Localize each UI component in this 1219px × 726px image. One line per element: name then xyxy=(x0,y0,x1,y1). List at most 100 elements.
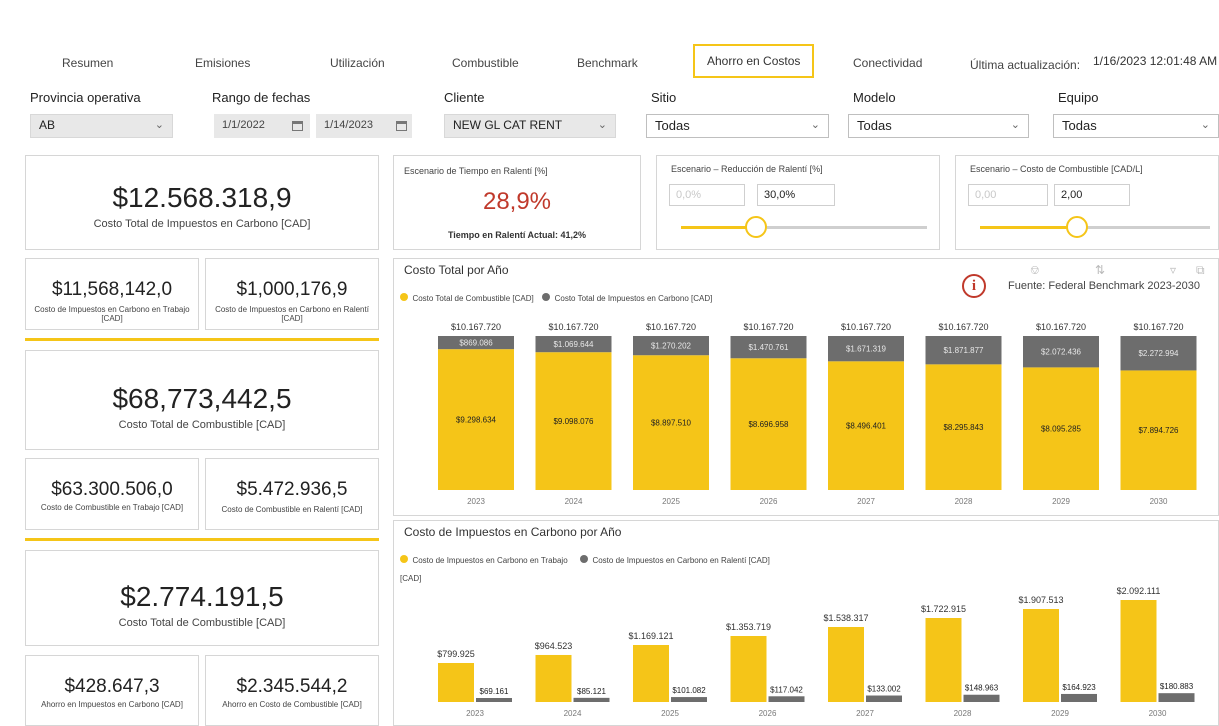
legend-dot-carbon-idle xyxy=(580,554,588,563)
fuel-cost-slider-fill xyxy=(980,226,1070,229)
section-divider xyxy=(25,338,379,341)
provincia-value: AB xyxy=(39,118,56,132)
bar-carbon-work-2024[interactable] xyxy=(535,654,572,702)
x-tick-label: 2027 xyxy=(857,497,875,506)
tab-ahorro-en-costos[interactable]: Ahorro en Costos xyxy=(693,44,815,78)
savings-carbon-card: $428.647,3 Ahorro en Impuestos en Carbon… xyxy=(25,655,199,726)
chevron-down-icon: ⌄ xyxy=(597,119,607,131)
savings-fuel-label: Ahorro en Costo de Combustible [CAD] xyxy=(222,700,362,709)
chart2-title: Costo de Impuestos en Carbono por Año xyxy=(404,525,622,539)
total-cost-chart: $9.298.634 $869.086 $10.167.720 2023 $9.098.… xyxy=(438,322,1197,506)
carbon-work-card: $11,568,142,0 Costo de Impuestos en Carb… xyxy=(25,258,199,330)
bar-carbon-label: $2.272.994 xyxy=(1138,349,1179,358)
bar-carbon-idle-label: $148.963 xyxy=(965,684,999,693)
idle-time-scenario-card: Escenario de Tiempo en Ralentí [%] 28,9%… xyxy=(393,155,641,250)
tab-bar: Resumen Emisiones Utilización Combustibl… xyxy=(0,38,1219,80)
bar-carbon-idle-2024[interactable] xyxy=(573,697,610,702)
sitio-label: Sitio xyxy=(651,90,677,105)
bar-carbon-idle-2026[interactable] xyxy=(768,696,805,702)
info-icon[interactable]: i xyxy=(962,274,986,298)
chevron-down-icon: ⌄ xyxy=(154,119,164,131)
x-tick-label: 2025 xyxy=(661,709,679,718)
bar-carbon-work-2023[interactable] xyxy=(438,663,474,702)
chevron-down-icon: ⌄ xyxy=(1200,119,1210,131)
idle-time-value: 28,9% xyxy=(482,188,552,215)
bar-carbon-idle-2029[interactable] xyxy=(1061,693,1097,702)
bar-carbon-label: $1.069.644 xyxy=(553,340,594,349)
tab-benchmark[interactable]: Benchmark xyxy=(577,56,638,70)
carbon-idle-label: Costo de Impuestos en Carbono en Ralentí… xyxy=(215,305,369,323)
carbon-work-label: Costo de Impuestos en Carbono en Trabajo… xyxy=(34,305,190,323)
chart1-title: Costo Total por Año xyxy=(404,263,509,277)
bar-carbon-work-2027[interactable] xyxy=(828,627,864,702)
x-tick-label: 2030 xyxy=(1149,709,1167,718)
provincia-dropdown[interactable]: AB ⌄ xyxy=(30,114,173,138)
tab-resumen[interactable]: Resumen xyxy=(62,56,113,70)
calendar-icon[interactable] xyxy=(292,121,303,131)
x-tick-label: 2027 xyxy=(856,709,874,718)
cliente-dropdown[interactable]: NEW GL CAT RENT ⌄ xyxy=(444,114,616,138)
legend-carbon-idle: Costo de Impuestos en Carbono en Ralentí… xyxy=(592,556,770,565)
bar-carbon-work-2029[interactable] xyxy=(1023,609,1059,702)
bar-total-label: $10.167.720 xyxy=(1036,322,1086,332)
drill-icon[interactable]: ⇅ xyxy=(1095,263,1105,277)
filter-icon[interactable]: ▿ xyxy=(1170,263,1176,277)
last-updated-value: 1/16/2023 12:01:48 AM xyxy=(1093,54,1218,68)
bar-carbon-idle-2028[interactable] xyxy=(963,694,1000,702)
bar-fuel-label: $8.897.510 xyxy=(651,419,692,428)
sitio-dropdown[interactable]: Todas ⌄ xyxy=(646,114,829,138)
fuel-work-card: $63.300.506,0 Costo de Combustible en Tr… xyxy=(25,458,199,530)
bar-fuel-label: $8.696.958 xyxy=(748,420,789,429)
fuel-cost-slider-track[interactable] xyxy=(1080,226,1210,229)
start-date-value: 1/1/2022 xyxy=(222,119,265,131)
bar-carbon-idle-2030[interactable] xyxy=(1158,693,1195,702)
modelo-dropdown[interactable]: Todas ⌄ xyxy=(848,114,1029,138)
fuel-idle-card: $5.472.936,5 Costo de Combustible en Ral… xyxy=(205,458,379,530)
x-tick-label: 2023 xyxy=(466,709,484,718)
idle-reduction-input[interactable]: 30,0% xyxy=(757,184,835,206)
tab-utilizacion[interactable]: Utilización xyxy=(330,56,385,70)
tab-conectividad[interactable]: Conectividad xyxy=(853,56,922,70)
idle-reduction-slider-track[interactable] xyxy=(767,226,927,229)
end-date-input[interactable]: 1/14/2023 xyxy=(316,114,412,138)
savings-carbon-label: Ahorro en Impuestos en Carbono [CAD] xyxy=(41,700,183,709)
bar-carbon-work-2030[interactable] xyxy=(1120,600,1157,702)
pin-icon[interactable]: ⎊ xyxy=(1030,263,1040,278)
idle-reduction-scenario-card: Escenario – Reducción de Ralentí [%] 0,0… xyxy=(656,155,940,250)
idle-reduction-min-input[interactable]: 0,0% xyxy=(669,184,745,206)
fuel-cost-min-input[interactable]: 0,00 xyxy=(968,184,1048,206)
tab-combustible[interactable]: Combustible xyxy=(452,56,519,70)
fuel-cost-input[interactable]: 2,00 xyxy=(1054,184,1130,206)
idle-time-title: Escenario de Tiempo en Ralentí [%] xyxy=(404,166,548,176)
equipo-value: Todas xyxy=(1062,118,1097,133)
fuel-cost-slider-handle[interactable] xyxy=(1066,216,1088,238)
bar-carbon-idle-2025[interactable] xyxy=(671,697,707,702)
bar-carbon-work-2028[interactable] xyxy=(925,618,962,702)
fuel-work-value: $63.300.506,0 xyxy=(51,479,173,500)
savings-total-card: $2.774.191,5 Costo Total de Combustible … xyxy=(25,550,379,646)
bar-total-label: $10.167.720 xyxy=(1133,322,1183,332)
start-date-input[interactable]: 1/1/2022 xyxy=(214,114,310,138)
carbon-total-card: $12.568.318,9 Costo Total de Impuestos e… xyxy=(25,155,379,250)
provincia-label: Provincia operativa xyxy=(30,90,141,105)
bar-carbon-idle-label: $133.002 xyxy=(867,685,901,694)
bar-carbon-work-2026[interactable] xyxy=(730,636,767,702)
bar-carbon-idle-2027[interactable] xyxy=(866,695,902,702)
bar-carbon-label: $1.671.319 xyxy=(846,345,887,354)
last-updated-label: Última actualización: xyxy=(970,58,1081,72)
fuel-total-label: Costo Total de Combustible [CAD] xyxy=(118,419,286,431)
equipo-dropdown[interactable]: Todas ⌄ xyxy=(1053,114,1219,138)
focus-mode-icon[interactable]: ⧉ xyxy=(1196,263,1205,278)
bar-total-label: $10.167.720 xyxy=(841,322,891,332)
bar-carbon-idle-2023[interactable] xyxy=(476,698,512,702)
calendar-icon[interactable] xyxy=(396,121,407,131)
idle-reduction-slider-handle[interactable] xyxy=(745,216,767,238)
bar-carbon-work-2025[interactable] xyxy=(633,645,669,702)
bar-carbon-idle-label: $117.042 xyxy=(770,685,803,694)
fuel-idle-value: $5.472.936,5 xyxy=(236,479,348,500)
tab-emisiones[interactable]: Emisiones xyxy=(195,56,250,70)
bar-fuel-label: $7.894.726 xyxy=(1138,426,1179,435)
bar-carbon-label: $1.470.761 xyxy=(748,343,789,352)
bar-fuel-label: $8.496.401 xyxy=(846,422,887,431)
end-date-value: 1/14/2023 xyxy=(324,119,373,131)
